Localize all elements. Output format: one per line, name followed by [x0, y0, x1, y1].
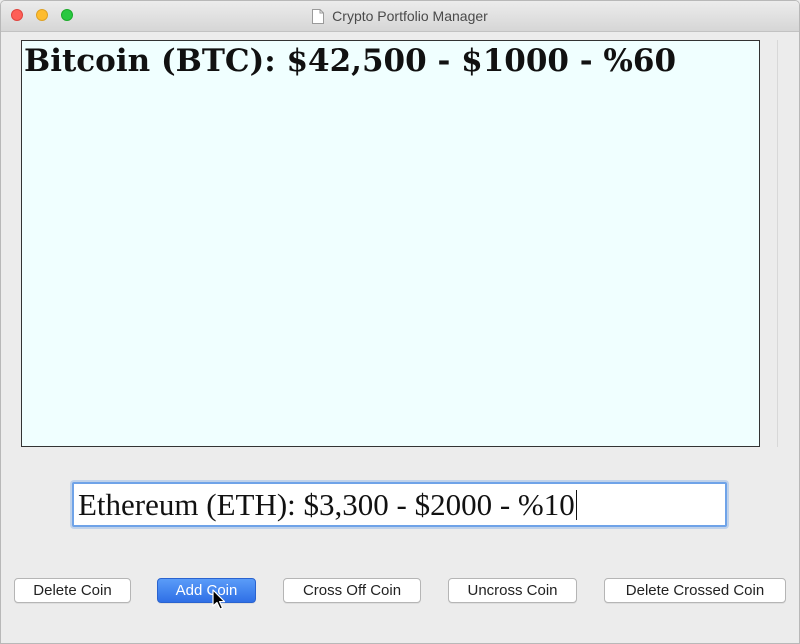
app-window: Crypto Portfolio Manager Bitcoin (BTC): … — [0, 0, 800, 644]
text-caret — [575, 489, 577, 520]
mouse-pointer-icon — [212, 589, 226, 611]
document-icon — [312, 8, 325, 24]
coin-entry-text: Ethereum (ETH): $3,300 - $2000 - %10 — [78, 486, 575, 522]
coin-listbox[interactable]: Bitcoin (BTC): $42,500 - $1000 - %60 — [21, 40, 760, 447]
add-coin-button[interactable]: Add Coin — [157, 578, 256, 603]
list-item[interactable]: Bitcoin (BTC): $42,500 - $1000 - %60 — [22, 41, 759, 81]
coin-entry-field[interactable]: Ethereum (ETH): $3,300 - $2000 - %10 — [72, 482, 727, 527]
delete-crossed-coin-button[interactable]: Delete Crossed Coin — [604, 578, 786, 603]
listbox-scrollbar[interactable] — [777, 40, 778, 447]
cross-off-coin-button[interactable]: Cross Off Coin — [283, 578, 421, 603]
window-title: Crypto Portfolio Manager — [332, 8, 488, 24]
uncross-coin-button[interactable]: Uncross Coin — [448, 578, 577, 603]
title-wrap: Crypto Portfolio Manager — [1, 1, 799, 31]
title-bar[interactable]: Crypto Portfolio Manager — [1, 1, 799, 32]
delete-coin-button[interactable]: Delete Coin — [14, 578, 131, 603]
